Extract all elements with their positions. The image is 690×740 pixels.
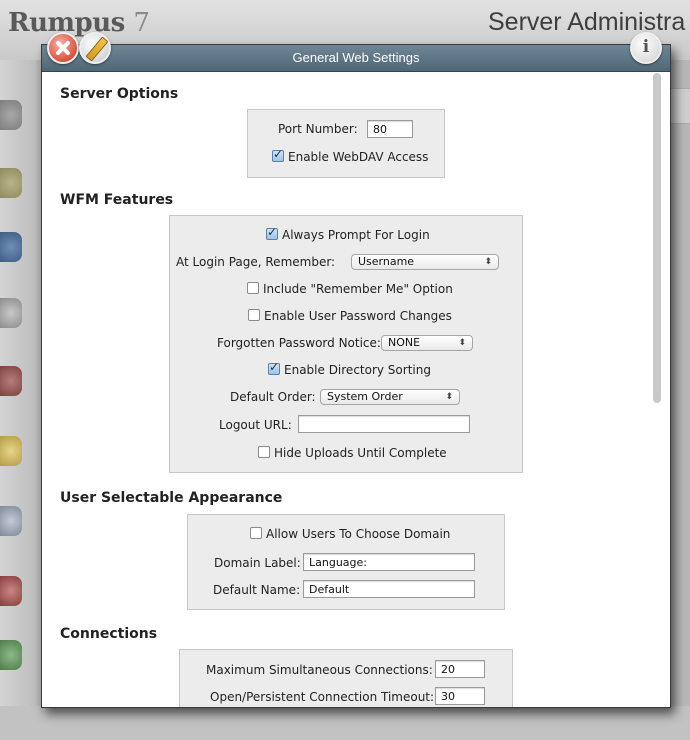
dir-sorting-checkbox[interactable] [268,360,280,375]
max-connections-label: Maximum Simultaneous Connections: [206,663,433,677]
dir-sorting-row[interactable]: Enable Directory Sorting [268,360,431,377]
remember-select[interactable]: Username ⬍ [351,254,499,270]
remember-label: At Login Page, Remember: [176,255,336,269]
sidebar-group-icon[interactable] [0,640,22,670]
dir-sorting-label: Enable Directory Sorting [284,363,431,377]
max-connections-input[interactable]: 20 [435,660,485,678]
hide-uploads-row[interactable]: Hide Uploads Until Complete [258,446,447,460]
select-arrows-icon: ⬍ [484,257,492,267]
webdav-checkbox[interactable] [272,147,284,162]
hide-uploads-label: Hide Uploads Until Complete [274,446,447,460]
remember-me-row[interactable]: Include "Remember Me" Option [247,282,453,296]
default-order-select[interactable]: System Order ⬍ [320,389,460,405]
dialog-titlebar[interactable]: General Web Settings [42,45,670,72]
server-options-heading: Server Options [60,86,179,102]
general-web-settings-dialog: General Web Settings Server Options Port… [41,44,671,708]
hide-uploads-checkbox[interactable] [258,446,270,458]
allow-domain-label: Allow Users To Choose Domain [266,527,451,541]
connections-heading: Connections [60,626,158,642]
sidebar-notes-icon[interactable] [0,436,22,466]
forgotten-password-select-value: NONE [388,336,421,349]
timeout-input[interactable]: 30 [435,687,485,705]
remember-select-value: Username [358,255,415,268]
always-prompt-row[interactable]: Always Prompt For Login [266,225,430,242]
password-changes-checkbox[interactable] [248,309,260,321]
always-prompt-label: Always Prompt For Login [282,228,430,242]
webdav-row[interactable]: Enable WebDAV Access [272,147,429,164]
logout-url-label: Logout URL: [219,418,292,432]
app-sidebar [0,60,36,740]
domain-label-input[interactable]: Language: [303,553,475,571]
server-options-box: Port Number: 80 Enable WebDAV Access [247,109,445,178]
dialog-title: General Web Settings [292,50,420,65]
sidebar-chart-icon[interactable] [0,576,22,606]
allow-domain-checkbox[interactable] [250,527,262,539]
sidebar-folder-icon[interactable] [0,366,22,396]
pencil-icon[interactable] [79,32,111,64]
webdav-label: Enable WebDAV Access [288,150,429,164]
connections-box: Maximum Simultaneous Connections: 20 Ope… [179,649,513,707]
wfm-features-box: Always Prompt For Login At Login Page, R… [169,215,523,473]
remember-me-label: Include "Remember Me" Option [263,282,453,296]
password-changes-label: Enable User Password Changes [264,309,452,323]
forgotten-password-label: Forgotten Password Notice: [217,336,381,350]
app-title: Server Administra [488,8,686,36]
appearance-heading: User Selectable Appearance [60,490,283,506]
timeout-label: Open/Persistent Connection Timeout: [210,690,435,704]
always-prompt-checkbox[interactable] [266,225,278,240]
app-bottom-bar [0,706,690,740]
select-arrows-icon: ⬍ [445,392,453,402]
remember-me-checkbox[interactable] [247,282,259,294]
port-number-input[interactable]: 80 [367,120,413,138]
password-changes-row[interactable]: Enable User Password Changes [248,309,452,323]
logout-url-input[interactable] [298,415,470,433]
info-icon[interactable]: i [630,32,662,64]
close-icon[interactable] [47,32,79,64]
sidebar-book-icon[interactable] [0,232,22,262]
appearance-box: Allow Users To Choose Domain Domain Labe… [187,514,505,610]
app-logo-version: 7 [133,8,150,38]
app-logo: Rumpus 7 [8,8,150,38]
default-order-label: Default Order: [230,390,316,404]
default-name-label: Default Name: [213,583,301,597]
sidebar-person-icon[interactable] [0,298,22,328]
default-name-input[interactable]: Default [303,580,475,598]
scrollbar-thumb[interactable] [653,73,661,403]
select-arrows-icon: ⬍ [458,338,466,348]
domain-label-label: Domain Label: [214,556,301,570]
dialog-body: Server Options Port Number: 80 Enable We… [42,72,654,707]
forgotten-password-select[interactable]: NONE ⬍ [381,335,473,351]
port-number-label: Port Number: [278,122,358,136]
wfm-features-heading: WFM Features [60,192,174,208]
allow-domain-row[interactable]: Allow Users To Choose Domain [250,527,450,541]
sidebar-globe-icon[interactable] [0,100,22,130]
default-order-select-value: System Order [327,390,403,403]
sidebar-calendar-icon[interactable] [0,506,22,536]
sidebar-users-icon[interactable] [0,168,22,198]
dialog-scrollbar[interactable] [652,73,664,705]
